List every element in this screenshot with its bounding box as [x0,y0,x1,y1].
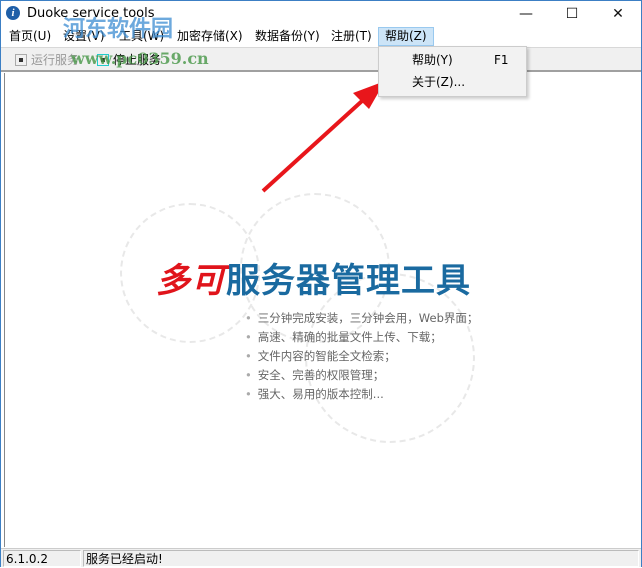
menu-item-about[interactable]: 关于(Z)... [412,72,465,92]
menu-item-help[interactable]: 帮助(Y) F1 [412,50,522,70]
status-bar: 6.1.0.2 服务已经启动! [1,548,641,567]
version-panel: 6.1.0.2 [3,550,81,567]
watermark-site: 河东软件园 [63,16,174,42]
watermark-url: www.pc0359.cn [71,49,209,68]
help-shortcut: F1 [494,53,509,67]
help-dropdown-menu: 帮助(Y) F1 关于(Z)... [378,46,527,97]
help-label: 帮助(Y) [412,53,453,67]
red-arrow-annotation [261,81,385,193]
status-message: 服务已经启动! [83,550,639,567]
